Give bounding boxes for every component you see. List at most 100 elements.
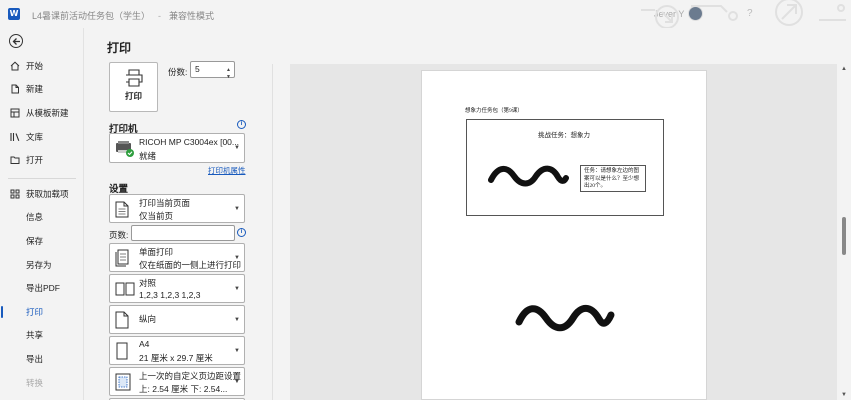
squiggle-shape-small <box>488 165 569 187</box>
home-icon <box>10 61 20 71</box>
nav-item-print[interactable]: 打印 <box>0 302 84 322</box>
document-icon <box>115 201 129 218</box>
margins-select[interactable]: 上一次的自定义页边距设置 上: 2.54 厘米 下: 2.54... ▼ <box>109 367 245 396</box>
word-app-icon: W <box>8 8 20 20</box>
print-button-label: 打印 <box>124 91 142 101</box>
task-instructions-box: 任务：请想象左边的图案可以是什么？至少想出20个。 <box>580 165 646 192</box>
collation-select[interactable]: 对照 1,2,3 1,2,3 1,2,3 ▼ <box>109 274 245 303</box>
chevron-down-icon: ▼ <box>234 255 240 261</box>
scroll-down-icon[interactable]: ▼ <box>841 392 847 398</box>
nav-item-new-from-template[interactable]: 从模板新建 <box>0 103 84 123</box>
template-icon <box>10 108 20 118</box>
scrollbar-thumb[interactable] <box>842 217 846 255</box>
collate-icon <box>115 282 135 296</box>
printer-device-icon <box>116 141 134 157</box>
arrow-left-icon <box>12 37 20 45</box>
paper-size-select[interactable]: A4 21 厘米 x 29.7 厘米 ▼ <box>109 336 245 365</box>
nav-item-export-pdf[interactable]: 导出PDF <box>0 278 84 298</box>
printer-status: 就绪 <box>139 151 157 161</box>
printer-name: RICOH MP C3004ex [00... <box>139 137 239 147</box>
nav-divider <box>8 178 76 179</box>
title-separator: - <box>158 11 162 21</box>
nav-label: 获取加载项 <box>26 189 69 199</box>
addins-icon <box>10 189 20 199</box>
print-range-select[interactable]: 打印当前页面 仅当前页 ▼ <box>109 194 245 223</box>
chevron-down-icon: ▼ <box>234 145 240 151</box>
nav-label: 导出 <box>26 354 44 364</box>
doc-title: 想象力任务包（第9课） <box>465 108 523 114</box>
nav-item-save[interactable]: 保存 <box>0 231 84 251</box>
paper-size-title: A4 <box>139 339 150 349</box>
chevron-down-icon[interactable]: ▼ <box>226 70 231 85</box>
sides-title: 单面打印 <box>139 247 174 257</box>
nav-label: 另存为 <box>26 260 52 270</box>
window-title: L4暑课前活动任务包（学生） - 兼容性模式 <box>32 9 214 22</box>
nav-label: 转换 <box>26 378 44 388</box>
copies-label: 份数: <box>168 67 188 77</box>
orientation-select[interactable]: 纵向 ▼ <box>109 305 245 334</box>
nav-item-save-as[interactable]: 另存为 <box>0 255 84 275</box>
preview-scrollbar[interactable]: ▲ ▼ <box>838 64 851 400</box>
settings-section-label: 设置 <box>109 184 129 195</box>
nav-label: 打印 <box>26 307 44 317</box>
portrait-icon <box>115 311 129 329</box>
circuit-decoration-icon <box>641 0 846 28</box>
back-button[interactable] <box>9 34 23 48</box>
nav-item-share[interactable]: 共享 <box>0 325 84 345</box>
nav-label: 文库 <box>26 132 44 142</box>
print-range-detail: 仅当前页 <box>139 211 174 221</box>
scroll-up-icon[interactable]: ▲ <box>841 66 847 72</box>
backstage-nav: 开始 新建 从模板新建 文库 打开 获取加载项 信息 保存 另存为 导出PDF … <box>0 28 84 400</box>
chevron-down-icon: ▼ <box>234 206 240 212</box>
sides-select[interactable]: 单面打印 仅在纸面的一侧上进行打印 ▼ <box>109 243 245 272</box>
pages-input[interactable] <box>131 225 235 241</box>
nav-label: 信息 <box>26 212 44 222</box>
paper-size-icon <box>116 342 128 360</box>
pages-label: 页数: <box>109 230 129 240</box>
print-button[interactable]: 打印 <box>109 62 158 112</box>
document-name: L4暑课前活动任务包（学生） <box>32 11 151 21</box>
printer-icon <box>126 69 143 87</box>
nav-label: 保存 <box>26 236 44 246</box>
chevron-down-icon: ▼ <box>234 286 240 292</box>
folder-icon <box>10 156 20 164</box>
nav-item-export[interactable]: 导出 <box>0 349 84 369</box>
new-doc-icon <box>11 84 19 94</box>
margins-icon <box>115 373 131 391</box>
nav-label: 导出PDF <box>26 283 61 293</box>
collation-detail: 1,2,3 1,2,3 1,2,3 <box>139 290 201 300</box>
printer-select[interactable]: RICOH MP C3004ex [00... 就绪 ▼ <box>109 133 245 163</box>
collation-title: 对照 <box>139 278 157 288</box>
library-icon <box>10 133 20 141</box>
orientation-title: 纵向 <box>139 314 157 324</box>
panel-divider <box>272 64 273 400</box>
nav-item-convert: 转换 <box>0 373 84 393</box>
copies-stepper[interactable]: 5 ▲ ▼ <box>190 61 235 80</box>
nav-label: 打开 <box>26 155 44 165</box>
info-icon[interactable]: i <box>237 120 246 129</box>
nav-label: 从模板新建 <box>26 108 69 118</box>
sides-detail: 仅在纸面的一侧上进行打印 <box>139 260 242 270</box>
nav-label: 新建 <box>26 84 44 94</box>
compat-mode-label: 兼容性模式 <box>169 11 215 21</box>
margins-detail: 上: 2.54 厘米 下: 2.54... <box>139 384 228 394</box>
info-icon[interactable]: i <box>237 228 246 237</box>
page-title: 打印 <box>107 41 132 55</box>
chevron-down-icon: ▼ <box>234 317 240 323</box>
printer-properties-link[interactable]: 打印机属性 <box>208 165 246 176</box>
copies-value: 5 <box>195 64 200 74</box>
chevron-down-icon: ▼ <box>234 348 240 354</box>
one-sided-icon <box>115 249 129 267</box>
nav-item-get-addins[interactable]: 获取加载项 <box>0 184 84 204</box>
margins-title: 上一次的自定义页边距设置 <box>139 371 242 381</box>
nav-item-new[interactable]: 新建 <box>0 79 84 99</box>
nav-item-home[interactable]: 开始 <box>0 56 84 76</box>
nav-item-open[interactable]: 打开 <box>0 150 84 170</box>
nav-item-library[interactable]: 文库 <box>0 127 84 147</box>
challenge-heading: 挑战任务：想象力 <box>538 132 590 139</box>
title-bar: W L4暑课前活动任务包（学生） - 兼容性模式 Jever Y ? <box>0 0 851 28</box>
paper-size-detail: 21 厘米 x 29.7 厘米 <box>139 353 213 363</box>
nav-item-info[interactable]: 信息 <box>0 207 84 227</box>
squiggle-shape-large <box>515 304 615 332</box>
print-range-title: 打印当前页面 <box>139 198 191 208</box>
